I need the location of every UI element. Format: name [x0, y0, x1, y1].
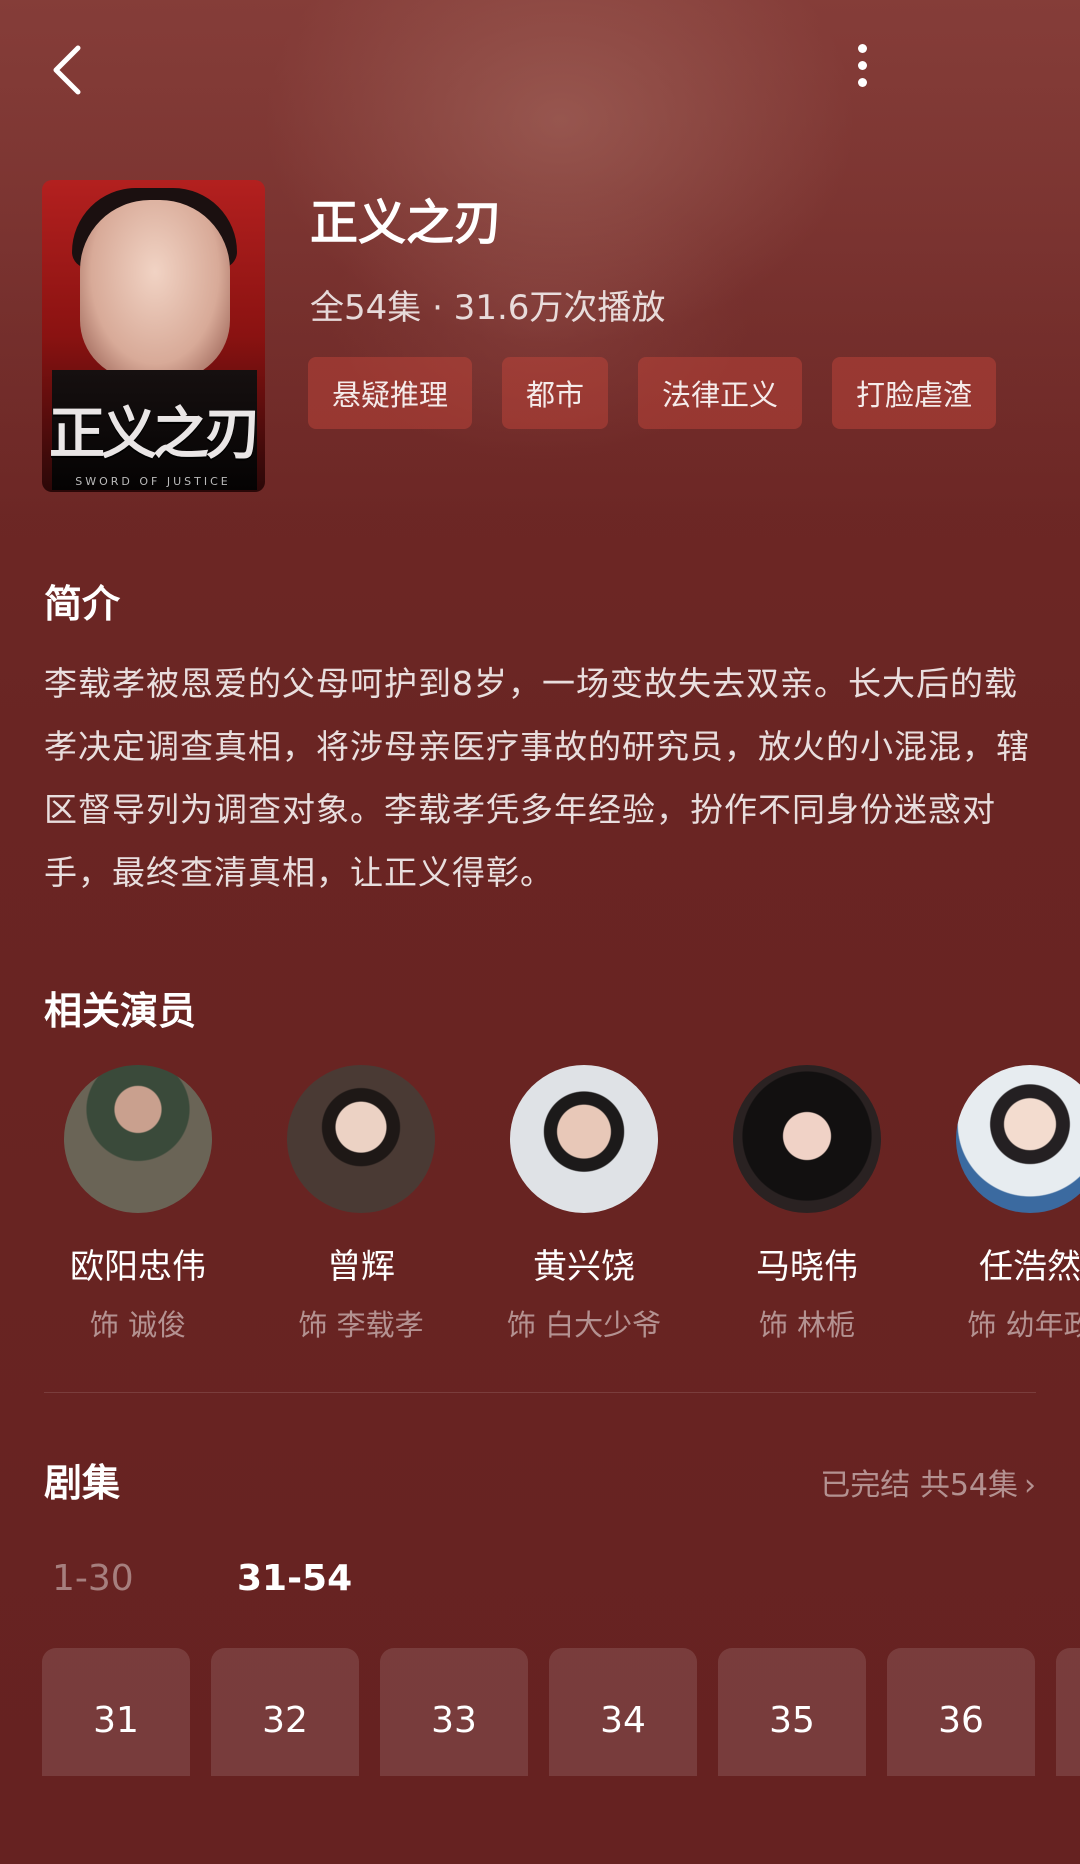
episode-list: 31 32 33 34 35 36	[42, 1648, 1080, 1776]
tag-chip[interactable]: 都市	[502, 357, 609, 429]
poster-title-text: 正义之刃	[49, 401, 261, 467]
avatar	[510, 1065, 658, 1213]
episodes-status-link[interactable]: 已完结 共54集 ›	[820, 1460, 1036, 1504]
tab-range-31-54[interactable]: 31-54	[237, 1558, 352, 1599]
more-vertical-icon	[842, 38, 882, 95]
episode-button[interactable]: 36	[887, 1648, 1035, 1776]
episode-button[interactable]: 35	[718, 1648, 866, 1776]
actor-card[interactable]: 曾辉 饰 李载孝	[251, 1065, 471, 1344]
actor-card[interactable]: 任浩然 饰 幼年政	[920, 1065, 1080, 1344]
avatar	[287, 1065, 435, 1213]
actor-role: 饰 白大少爷	[506, 1308, 662, 1342]
episodes-heading: 剧集	[44, 1461, 121, 1505]
episodes-status-text: 已完结 共54集	[820, 1468, 1018, 1503]
avatar	[64, 1065, 212, 1213]
intro-heading: 简介	[44, 582, 121, 626]
actor-name: 马晓伟	[756, 1247, 858, 1287]
actor-role: 饰 幼年政	[967, 1308, 1080, 1342]
actor-list: 欧阳忠伟 饰 诚俊 曾辉 饰 李载孝 黄兴饶 饰 白大少爷 马晓伟 饰 林栀 任…	[0, 1065, 1080, 1355]
actor-name: 曾辉	[327, 1247, 395, 1287]
intro-text: 李载孝被恩爱的父母呵护到8岁，一场变故失去双亲。长大后的载孝决定调查真相，将涉母…	[44, 664, 1030, 892]
tag-chip[interactable]: 打脸虐渣	[832, 357, 997, 429]
drama-poster: 正义之刃 SWORD OF JUSTICE	[42, 180, 265, 492]
episode-button[interactable]: 32	[211, 1648, 359, 1776]
actor-name: 任浩然	[979, 1247, 1080, 1287]
actor-name: 欧阳忠伟	[70, 1247, 206, 1287]
top-bar	[0, 30, 1080, 110]
avatar	[733, 1065, 881, 1213]
chevron-left-icon	[53, 45, 81, 95]
drama-meta: 全54集 · 31.6万次播放	[310, 288, 666, 328]
actor-name: 黄兴饶	[533, 1247, 635, 1287]
actor-card[interactable]: 欧阳忠伟 饰 诚俊	[28, 1065, 248, 1344]
section-divider	[44, 1392, 1036, 1393]
actor-role: 饰 林栀	[758, 1308, 856, 1342]
tag-list: 悬疑推理 都市 法律正义 打脸虐渣	[308, 357, 997, 429]
chevron-right-icon: ›	[1024, 1468, 1036, 1503]
actor-role: 饰 诚俊	[89, 1308, 187, 1342]
episode-button[interactable]: 33	[380, 1648, 528, 1776]
actors-heading: 相关演员	[44, 989, 197, 1033]
actor-role: 饰 李载孝	[298, 1308, 424, 1342]
more-options-button[interactable]	[842, 38, 882, 102]
tag-chip[interactable]: 法律正义	[638, 357, 803, 429]
poster-subtitle-text: SWORD OF JUSTICE	[75, 475, 231, 488]
episode-button[interactable]: 34	[549, 1648, 697, 1776]
episode-button[interactable]: 31	[42, 1648, 190, 1776]
tag-chip[interactable]: 悬疑推理	[308, 357, 473, 429]
drama-title: 正义之刃	[310, 195, 503, 251]
tab-range-1-30[interactable]: 1-30	[52, 1558, 134, 1599]
actor-card[interactable]: 黄兴饶 饰 白大少爷	[474, 1065, 694, 1344]
actor-card[interactable]: 马晓伟 饰 林栀	[697, 1065, 917, 1344]
avatar	[956, 1065, 1080, 1213]
back-button[interactable]	[38, 40, 98, 100]
episode-button[interactable]	[1056, 1648, 1080, 1776]
